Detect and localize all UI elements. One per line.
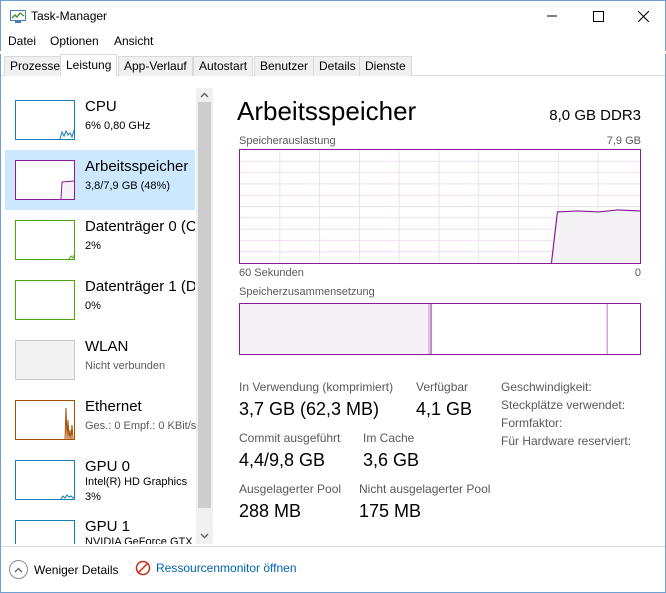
sidebar-scrollbar[interactable]: [196, 88, 213, 544]
tab-prozesse[interactable]: Prozesse: [4, 56, 67, 76]
available-value: 4,1 GB: [416, 399, 473, 419]
open-resource-monitor-label: Ressourcenmonitor öffnen: [156, 561, 297, 575]
sidebar-item-gpu-0[interactable]: GPU 0 Intel(R) HD Graphics 3%: [5, 450, 195, 510]
composition-in-use: [240, 304, 430, 354]
form-factor-label: Formfaktor:: [501, 416, 563, 430]
menu-ansicht[interactable]: Ansicht: [114, 34, 153, 48]
sidebar-item-cpu-label: CPU: [85, 98, 117, 115]
commit-value: 4,4/9,8 GB: [239, 450, 326, 470]
sidebar-item-disk-0-value: 2%: [85, 240, 101, 252]
sidebar-item-gpu-1[interactable]: GPU 1 NVIDIA GeForce GTX: [5, 510, 195, 544]
memory-spec: 8,0 GB DDR3: [549, 107, 641, 124]
tab-details[interactable]: Details: [313, 56, 362, 76]
sidebar-item-memory-value: 3,8/7,9 GB (48%): [85, 180, 170, 192]
memory-thumbnail: [15, 160, 75, 200]
tab-app-verlauf[interactable]: App-Verlauf: [118, 56, 193, 76]
sidebar-item-disk-0-label: Datenträger 0 (C:): [85, 218, 195, 235]
sidebar-item-gpu-1-model: NVIDIA GeForce GTX: [85, 536, 193, 544]
tab-autostart[interactable]: Autostart: [193, 56, 254, 76]
usage-area: [551, 209, 640, 263]
window-title: Task-Manager: [31, 9, 108, 23]
task-manager-icon: [10, 10, 26, 23]
sidebar-item-ethernet-value: Ges.: 0 Empf.: 0 KBit/s: [85, 420, 197, 432]
memory-usage-chart: [239, 149, 641, 264]
menu-bar: Datei Optionen Ansicht: [0, 31, 666, 51]
sidebar-item-disk-1-label: Datenträger 1 (D:): [85, 278, 195, 295]
usage-chart-time-right: 0: [634, 267, 641, 279]
fewer-details-button[interactable]: Weniger Details: [9, 560, 118, 579]
tab-strip: Prozesse Leistung App-Verlauf Autostart …: [0, 54, 666, 76]
nonpaged-pool-label: Nicht ausgelagerter Pool: [359, 482, 491, 496]
scroll-up-icon[interactable]: [200, 91, 209, 100]
sidebar-item-cpu-value: 6% 0,80 GHz: [85, 120, 151, 132]
commit-label: Commit ausgeführt: [239, 431, 341, 445]
in-use-label: In Verwendung (komprimiert): [239, 380, 394, 394]
usage-chart-label: Speicherauslastung: [239, 135, 336, 147]
usage-chart-time-left: 60 Sekunden: [239, 267, 304, 279]
gpu-0-thumbnail: [15, 460, 75, 500]
cached-label: Im Cache: [363, 431, 415, 445]
hardware-reserved-label: Für Hardware reserviert:: [501, 434, 632, 448]
resource-monitor-icon: [135, 560, 151, 576]
minimize-button[interactable]: [529, 1, 575, 31]
minimize-icon: [547, 15, 557, 17]
maximize-button[interactable]: [575, 1, 621, 31]
sidebar-item-ethernet-label: Ethernet: [85, 398, 142, 415]
paged-pool-label: Ausgelagerter Pool: [239, 482, 342, 496]
usage-chart-max: 7,9 GB: [606, 135, 641, 147]
cpu-thumbnail: [15, 100, 75, 140]
title-bar: Task-Manager: [0, 0, 666, 31]
cached-value: 3,6 GB: [363, 450, 420, 470]
open-resource-monitor-link[interactable]: Ressourcenmonitor öffnen: [135, 560, 297, 576]
page-title: Arbeitsspeicher: [237, 96, 417, 126]
sidebar-item-cpu[interactable]: CPU 6% 0,80 GHz: [5, 90, 195, 150]
scroll-down-icon[interactable]: [200, 531, 209, 540]
tab-leistung[interactable]: Leistung: [60, 54, 118, 76]
performance-sidebar: CPU 6% 0,80 GHz Arbeitsspeicher 3,8/7,9 …: [1, 76, 214, 544]
nonpaged-pool-value: 175 MB: [359, 501, 422, 521]
composition-chart-label: Speicherzusammensetzung: [239, 286, 375, 298]
sidebar-item-memory-label: Arbeitsspeicher: [85, 158, 189, 175]
sidebar-item-disk-1-value: 0%: [85, 300, 101, 312]
sidebar-item-wlan[interactable]: WLAN Nicht verbunden: [5, 330, 195, 390]
footer-bar: Weniger Details Ressourcenmonitor öffnen: [1, 546, 665, 592]
close-icon: [637, 10, 649, 22]
slots-used-label: Steckplätze verwendet:: [501, 398, 626, 412]
disk-0-thumbnail: [15, 220, 75, 260]
in-use-value: 3,7 GB (62,3 MB): [239, 399, 380, 419]
sidebar-item-wlan-value: Nicht verbunden: [85, 360, 166, 372]
tab-dienste[interactable]: Dienste: [359, 56, 412, 76]
sidebar-item-gpu-0-model: Intel(R) HD Graphics: [85, 476, 188, 488]
maximize-icon: [592, 10, 604, 22]
sidebar-item-gpu-1-label: GPU 1: [85, 518, 131, 535]
tab-benutzer[interactable]: Benutzer: [254, 56, 315, 76]
scrollbar-thumb[interactable]: [198, 102, 211, 508]
sidebar-item-memory[interactable]: Arbeitsspeicher 3,8/7,9 GB (48%): [5, 150, 195, 210]
fewer-details-label: Weniger Details: [34, 562, 119, 577]
wlan-thumbnail: [15, 340, 75, 380]
sidebar-item-gpu-0-value: 3%: [85, 491, 101, 503]
sidebar-item-wlan-label: WLAN: [85, 338, 129, 355]
close-button[interactable]: [620, 1, 666, 31]
paged-pool-value: 288 MB: [239, 501, 302, 521]
disk-1-thumbnail: [15, 280, 75, 320]
sidebar-item-disk-1[interactable]: Datenträger 1 (D:) 0%: [5, 270, 195, 330]
available-label: Verfügbar: [416, 380, 469, 394]
menu-datei[interactable]: Datei: [8, 34, 36, 48]
ethernet-thumbnail: [15, 400, 75, 440]
menu-optionen[interactable]: Optionen: [50, 34, 99, 48]
gpu-1-thumbnail: [15, 520, 75, 544]
chevron-up-icon: [9, 560, 28, 579]
sidebar-item-gpu-0-label: GPU 0: [85, 458, 131, 475]
sidebar-item-ethernet[interactable]: Ethernet Ges.: 0 Empf.: 0 KBit/s: [5, 390, 197, 450]
sidebar-item-disk-0[interactable]: Datenträger 0 (C:) 2%: [5, 210, 195, 270]
speed-label: Geschwindigkeit:: [501, 380, 592, 394]
memory-composition-bar: [239, 303, 641, 355]
